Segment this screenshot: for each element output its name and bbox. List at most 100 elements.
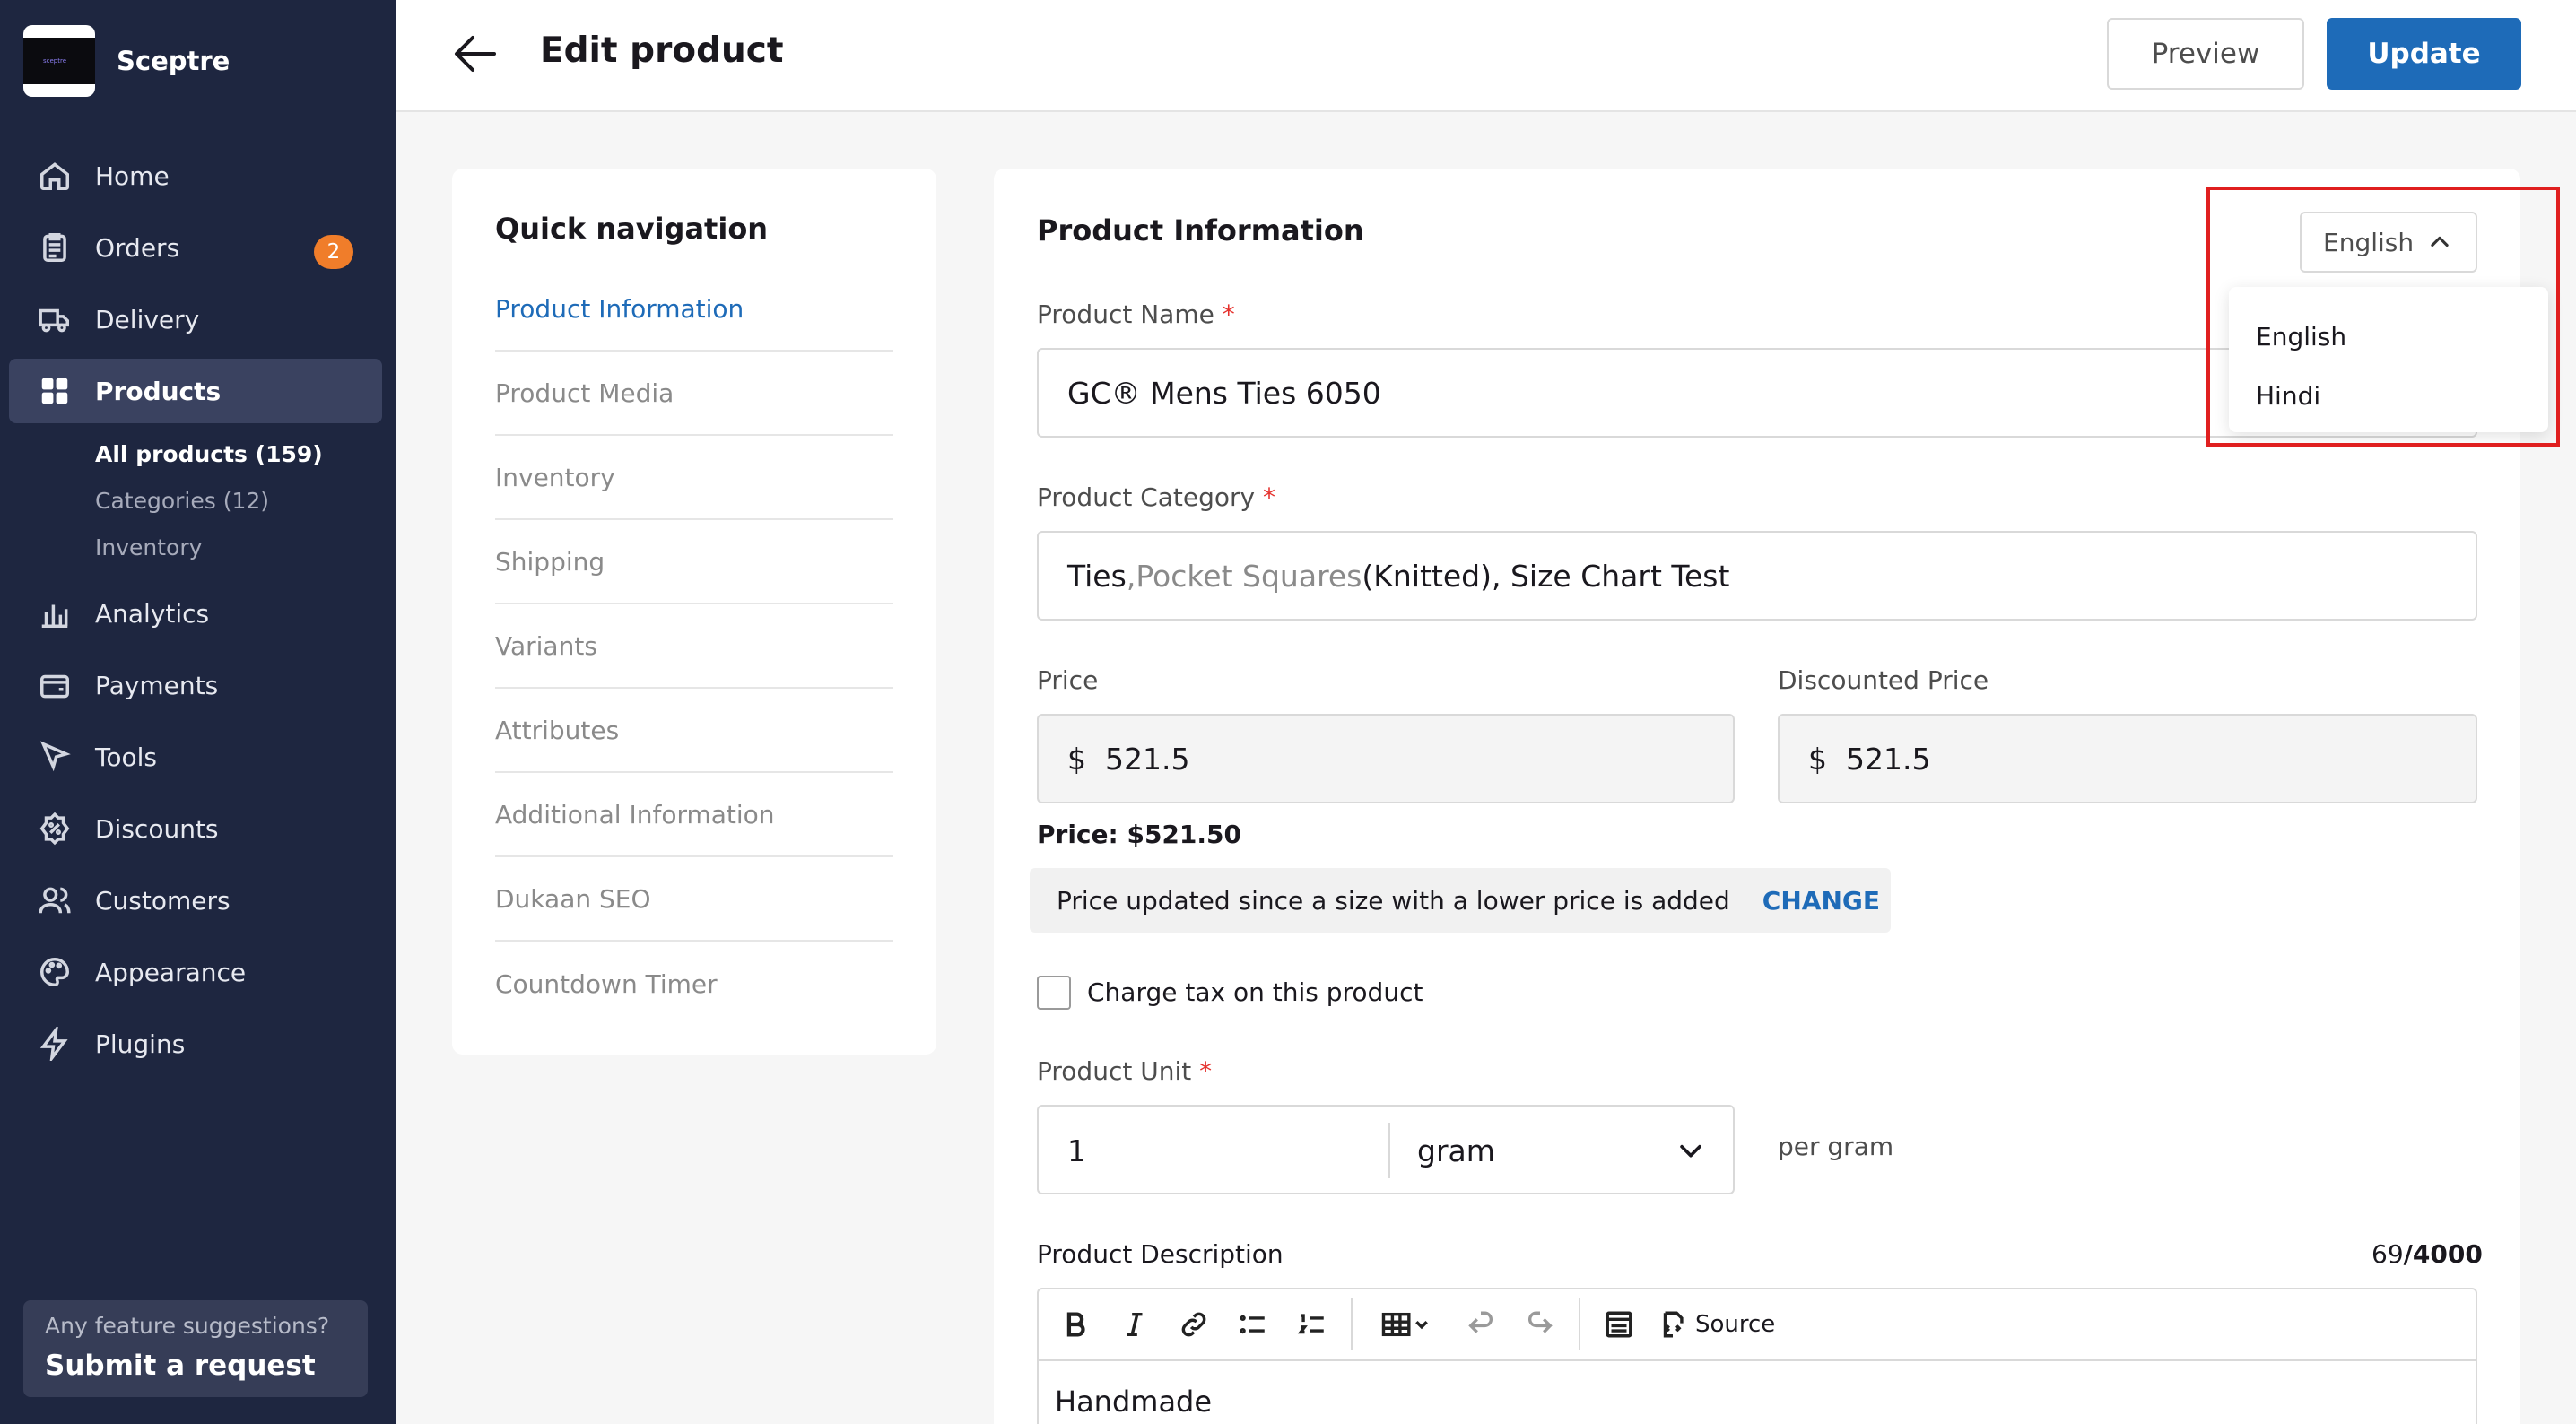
sidebar-item-home[interactable]: Home	[9, 143, 382, 208]
store-logo: sceptre	[23, 25, 95, 97]
wallet-icon	[38, 668, 72, 702]
toolbar-divider	[1579, 1298, 1580, 1350]
orders-count-badge: 2	[314, 235, 353, 269]
bolt-icon	[38, 1027, 72, 1061]
required-marker: *	[1222, 300, 1235, 329]
sidebar-item-label: Discounts	[95, 813, 219, 844]
unit-quantity-input[interactable]: 1	[1067, 1133, 1086, 1168]
link-icon[interactable]	[1173, 1304, 1214, 1345]
discounted-price-value: 521.5	[1845, 741, 1931, 777]
sidebar-item-products[interactable]: Products	[9, 359, 382, 423]
sidebar-item-label: Customers	[95, 885, 231, 916]
charge-tax-label: Charge tax on this product	[1087, 977, 1423, 1007]
category-pocket-squares: Pocket Squares	[1136, 558, 1362, 594]
sidebar-item-discounts[interactable]: Discounts	[9, 796, 382, 861]
truck-icon	[38, 302, 72, 336]
source-button[interactable]: Source	[1658, 1304, 1775, 1345]
discounted-price-input[interactable]: $ 521.5	[1778, 714, 2477, 803]
price-label: Price	[1037, 665, 1099, 695]
users-icon	[38, 883, 72, 917]
quick-navigation-panel: Quick navigation Product Information Pro…	[452, 169, 936, 1055]
bold-icon[interactable]	[1055, 1304, 1096, 1345]
sidebar-item-plugins[interactable]: Plugins	[9, 1012, 382, 1076]
numbered-list-icon[interactable]	[1292, 1304, 1333, 1345]
unit-select[interactable]: gram	[1417, 1133, 1495, 1168]
required-marker: *	[1199, 1056, 1213, 1086]
orders-icon	[38, 230, 72, 265]
table-icon[interactable]	[1371, 1304, 1442, 1345]
products-subnav: All products (159) Categories (12) Inven…	[9, 430, 382, 570]
page-header: Edit product Preview Update	[396, 0, 2576, 112]
store-name: Sceptre	[117, 46, 231, 76]
category-ties: Ties	[1067, 558, 1127, 594]
change-link[interactable]: CHANGE	[1762, 886, 1880, 916]
page-title: Edit product	[540, 30, 784, 71]
charge-tax-checkbox[interactable]	[1037, 976, 1071, 1010]
highlight-annotation-box	[2206, 187, 2560, 447]
subnav-categories[interactable]: Categories (12)	[95, 477, 382, 524]
char-count-max: /4000	[2403, 1239, 2483, 1269]
quicknav-product-information[interactable]: Product Information	[495, 267, 893, 352]
sidebar-item-label: Home	[95, 161, 170, 191]
sidebar-item-customers[interactable]: Customers	[9, 868, 382, 933]
feature-suggestion-box[interactable]: Any feature suggestions? Submit a reques…	[23, 1300, 368, 1397]
sidebar-item-delivery[interactable]: Delivery	[9, 287, 382, 352]
sidebar-item-label: Tools	[95, 742, 157, 772]
redo-icon[interactable]	[1519, 1304, 1561, 1345]
quicknav-attributes[interactable]: Attributes	[495, 689, 893, 773]
section-title: Product Information	[1037, 213, 1364, 247]
product-category-input[interactable]: Ties, Pocket Squares (Knitted), Size Cha…	[1037, 531, 2477, 621]
chart-icon	[38, 596, 72, 630]
sidebar-item-tools[interactable]: Tools	[9, 725, 382, 789]
brand[interactable]: sceptre Sceptre	[23, 25, 230, 97]
sidebar-item-label: Products	[95, 376, 222, 406]
sidebar-item-label: Appearance	[95, 957, 247, 987]
preview-button[interactable]: Preview	[2107, 18, 2304, 90]
sidebar-item-analytics[interactable]: Analytics	[9, 581, 382, 646]
quick-navigation-title: Quick navigation	[495, 212, 769, 246]
price-update-notice: Price updated since a size with a lower …	[1030, 868, 1891, 933]
product-category-label-text: Product Category	[1037, 482, 1256, 512]
html-embed-icon[interactable]	[1598, 1304, 1640, 1345]
sidebar-item-payments[interactable]: Payments	[9, 653, 382, 717]
submit-request-link[interactable]: Submit a request	[45, 1350, 346, 1382]
palette-icon	[38, 955, 72, 989]
back-arrow-icon[interactable]	[453, 34, 498, 74]
description-content: Handmade	[1055, 1385, 1213, 1419]
cursor-icon	[38, 740, 72, 774]
quicknav-inventory[interactable]: Inventory	[495, 436, 893, 520]
required-marker: *	[1263, 482, 1276, 512]
sidebar-item-orders[interactable]: Orders 2	[9, 215, 382, 280]
editor-toolbar: Source	[1037, 1288, 2477, 1359]
sidebar-item-appearance[interactable]: Appearance	[9, 940, 382, 1004]
subnav-all-products[interactable]: All products (159)	[95, 430, 382, 477]
price-value: 521.5	[1104, 741, 1190, 777]
home-icon	[38, 159, 72, 193]
quicknav-countdown-timer[interactable]: Countdown Timer	[495, 942, 893, 1026]
notice-text: Price updated since a size with a lower …	[1057, 885, 1730, 916]
bulleted-list-icon[interactable]	[1232, 1304, 1274, 1345]
sidebar-item-label: Analytics	[95, 598, 210, 629]
discounted-price-label: Discounted Price	[1778, 665, 1989, 695]
category-separator: ,	[1126, 558, 1136, 594]
source-label: Source	[1695, 1311, 1776, 1338]
description-editor[interactable]: Handmade	[1037, 1359, 2477, 1424]
quicknav-shipping[interactable]: Shipping	[495, 520, 893, 604]
char-count-current: 69	[2371, 1239, 2404, 1269]
quicknav-variants[interactable]: Variants	[495, 604, 893, 689]
update-button[interactable]: Update	[2327, 18, 2521, 90]
product-name-value: GC® Mens Ties 6050	[1067, 375, 1381, 411]
undo-icon[interactable]	[1460, 1304, 1501, 1345]
subnav-inventory[interactable]: Inventory	[95, 524, 382, 570]
sidebar-item-label: Payments	[95, 670, 219, 700]
chevron-down-icon[interactable]	[1675, 1135, 1706, 1166]
sidebar-item-label: Orders	[95, 232, 180, 263]
price-input[interactable]: $ 521.5	[1037, 714, 1735, 803]
product-description-label: Product Description	[1037, 1239, 1284, 1269]
quicknav-dukaan-seo[interactable]: Dukaan SEO	[495, 857, 893, 942]
italic-icon[interactable]	[1114, 1304, 1155, 1345]
sidebar-item-label: Plugins	[95, 1029, 186, 1059]
quicknav-product-media[interactable]: Product Media	[495, 352, 893, 436]
price-currency: $	[1067, 741, 1086, 777]
quicknav-additional-information[interactable]: Additional Information	[495, 773, 893, 857]
